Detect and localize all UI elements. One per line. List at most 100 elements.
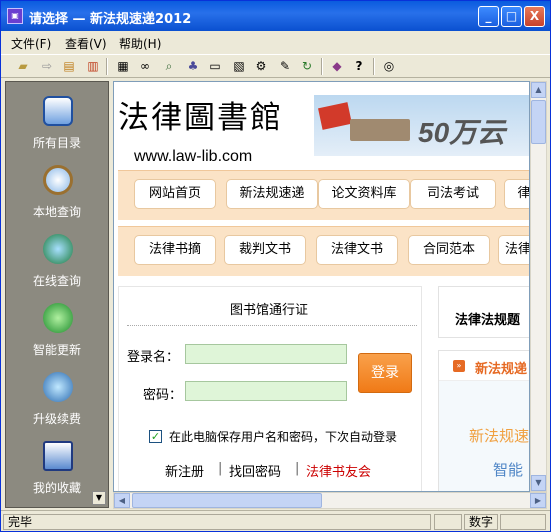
nav-row-secondary: 法律书摘 裁判文书 法律文书 合同范本 法律: [118, 226, 529, 276]
window-icon: [43, 96, 73, 126]
nav-tab-contracts[interactable]: 合同范本: [408, 235, 490, 265]
sidebar-item-label: 本地查询: [32, 205, 81, 219]
remember-label: 在此电脑保存用户名和密码，下次自动登录: [169, 430, 398, 444]
nav-tab-judgments[interactable]: 裁判文书: [224, 235, 306, 265]
gear-icon[interactable]: ⚙: [253, 58, 269, 74]
toolbar-separator: [321, 58, 323, 75]
add-file-icon[interactable]: ▥: [85, 58, 101, 74]
favorites-icon: [43, 441, 73, 471]
new-laws-panel: » 新法规递 新法规速 智能: [438, 350, 529, 491]
password-input[interactable]: [185, 381, 347, 401]
arrow-icon: »: [453, 360, 465, 372]
nav-tab-law-more[interactable]: 法律: [498, 235, 529, 265]
nav-tab-home[interactable]: 网站首页: [134, 179, 216, 209]
banner-text: 50万云: [418, 117, 506, 148]
download-icon: [43, 303, 73, 333]
sidebar-item-all-catalogs[interactable]: 所有目录: [6, 90, 108, 158]
library-icon[interactable]: ◆: [329, 58, 345, 74]
site-url: www.law-lib.com: [134, 148, 253, 165]
book-club-link[interactable]: 法律书友会: [306, 461, 371, 480]
login-button[interactable]: 登录: [358, 353, 412, 393]
scroll-down-button[interactable]: ▼: [531, 475, 546, 491]
upgrade-globe-icon: [43, 372, 73, 402]
sidebar-item-label: 所有目录: [32, 136, 81, 150]
book-icon[interactable]: ▦: [115, 58, 131, 74]
laws-topic-panel: 法律法规题: [438, 286, 529, 338]
username-input[interactable]: [185, 344, 347, 364]
flag-image: [318, 102, 352, 130]
menu-file[interactable]: 文件(F): [11, 35, 51, 52]
sidebar-item-online-query[interactable]: 在线查询: [6, 228, 108, 296]
password-label: 密码：: [143, 388, 183, 403]
book-image: [350, 119, 410, 141]
promo-text[interactable]: 新法规速: [469, 425, 529, 446]
status-text: 完毕: [3, 514, 431, 530]
status-mode: 数字: [464, 514, 498, 530]
laws-topic-title[interactable]: 法律法规题: [455, 309, 520, 328]
status-cell-empty: [500, 514, 546, 530]
app-window: ▣ 请选择 — 新法规速递2012 _ □ X 文件(F) 查看(V) 帮助(H…: [0, 0, 551, 532]
maximize-button[interactable]: □: [501, 6, 522, 27]
scroll-thumb[interactable]: [531, 100, 546, 144]
toolbar: ▰ ⇨ ▤ ▥ ▦ ∞ ⌕ ♣ ▭ ▧ ⚙ ✎ ↻ ◆ ? ◎: [1, 54, 550, 78]
banner-ad[interactable]: 50万云: [314, 95, 529, 156]
recover-password-link[interactable]: 找回密码: [229, 461, 281, 480]
remember-checkbox[interactable]: ✓: [149, 430, 162, 443]
scroll-up-button[interactable]: ▲: [531, 82, 546, 98]
link-separator: |: [218, 461, 223, 476]
nav-tab-legal-docs[interactable]: 法律文书: [316, 235, 398, 265]
divider: [127, 325, 417, 326]
promo-text[interactable]: 智能: [493, 459, 523, 480]
sidebar-scroll-down-button[interactable]: ▼: [92, 491, 106, 505]
nav-row-primary: 网站首页 新法规速递 论文资料库 司法考试 律: [118, 170, 529, 220]
scroll-right-button[interactable]: ▶: [530, 493, 546, 508]
sidebar-item-smart-update[interactable]: 智能更新: [6, 297, 108, 365]
scroll-left-button[interactable]: ◀: [114, 493, 130, 508]
horizontal-scrollbar[interactable]: ◀ ▶: [113, 492, 547, 509]
nav-tab-law-books[interactable]: 法律书摘: [134, 235, 216, 265]
menu-view[interactable]: 查看(V): [65, 35, 107, 52]
card-icon[interactable]: ▭: [207, 58, 223, 74]
link-separator: |: [295, 461, 300, 476]
status-bar: 完毕 数字: [1, 510, 550, 531]
tree-icon[interactable]: ♣: [185, 58, 201, 74]
nav-tab-lawyer[interactable]: 律: [504, 179, 529, 209]
status-cell-empty: [434, 514, 462, 530]
database-icon[interactable]: ▧: [231, 58, 247, 74]
window-title: 请选择 — 新法规速递2012: [29, 12, 192, 27]
info-icon[interactable]: ◎: [381, 58, 397, 74]
sidebar-item-label: 升级续费: [32, 412, 81, 426]
menu-bar: 文件(F) 查看(V) 帮助(H): [1, 31, 550, 53]
help-icon[interactable]: ?: [351, 58, 367, 74]
new-laws-title[interactable]: 新法规递: [475, 358, 527, 377]
sidebar: 所有目录 本地查询 在线查询 智能更新 升级续费 我的收藏 ▼: [5, 81, 109, 508]
sidebar-item-local-query[interactable]: 本地查询: [6, 159, 108, 227]
import-icon[interactable]: ▤: [61, 58, 77, 74]
globe-mouse-icon: [43, 234, 73, 264]
minimize-button[interactable]: _: [478, 6, 499, 27]
new-laws-header: » 新法规递: [439, 351, 529, 381]
toolbar-separator: [106, 58, 108, 75]
register-link[interactable]: 新注册: [165, 461, 204, 480]
nav-tab-new-laws[interactable]: 新法规速递: [226, 179, 318, 209]
menu-help[interactable]: 帮助(H): [119, 35, 161, 52]
web-content: 法律圖書館 www.law-lib.com 50万云 网站首页 新法规速递 论文…: [113, 81, 530, 492]
magnifier-icon: [43, 165, 73, 195]
binoculars-icon[interactable]: ∞: [137, 58, 153, 74]
title-bar[interactable]: ▣ 请选择 — 新法规速递2012 _ □ X: [1, 1, 550, 31]
sidebar-item-label: 智能更新: [32, 343, 81, 357]
scroll-thumb[interactable]: [132, 493, 322, 508]
export-icon[interactable]: ⇨: [39, 58, 55, 74]
toolbar-separator: [373, 58, 375, 75]
open-folder-icon[interactable]: ▰: [15, 58, 31, 74]
sidebar-item-upgrade-renew[interactable]: 升级续费: [6, 366, 108, 434]
search-doc-icon[interactable]: ⌕: [161, 58, 177, 74]
pen-icon[interactable]: ✎: [277, 58, 293, 74]
nav-tab-judicial-exam[interactable]: 司法考试: [410, 179, 496, 209]
vertical-scrollbar[interactable]: ▲ ▼: [530, 81, 547, 492]
close-button[interactable]: X: [524, 6, 545, 27]
app-icon: ▣: [7, 8, 23, 24]
nav-tab-papers[interactable]: 论文资料库: [318, 179, 410, 209]
refresh-icon[interactable]: ↻: [299, 58, 315, 74]
site-logo[interactable]: 法律圖書館: [118, 92, 283, 137]
